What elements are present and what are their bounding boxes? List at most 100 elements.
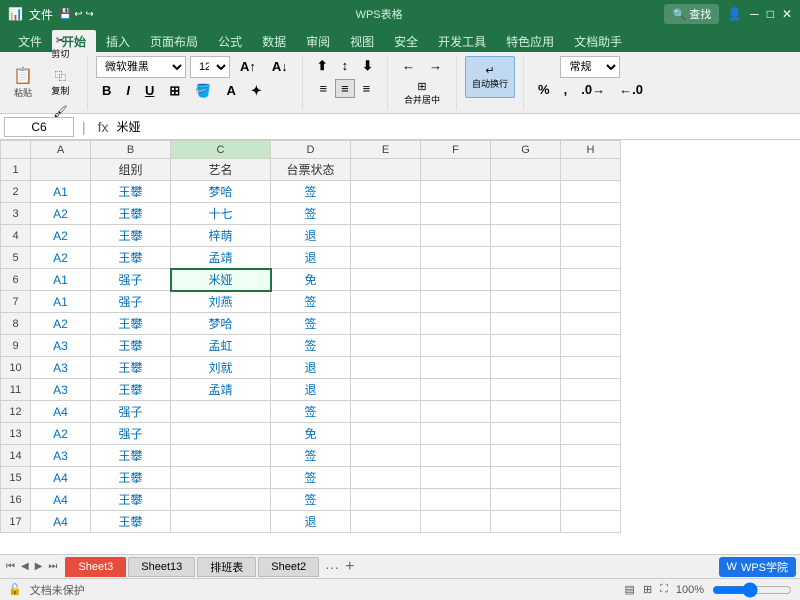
cell-D12[interactable]: 签: [271, 401, 351, 423]
underline-button[interactable]: U: [139, 81, 160, 100]
cell-D11[interactable]: 退: [271, 379, 351, 401]
cell-E11[interactable]: [351, 379, 421, 401]
row-header-10[interactable]: 10: [1, 357, 31, 379]
row-header-13[interactable]: 13: [1, 423, 31, 445]
bold-button[interactable]: B: [96, 81, 117, 100]
sheet-tabs-more[interactable]: ···: [325, 559, 339, 575]
col-header-g[interactable]: G: [491, 141, 561, 159]
col-header-f[interactable]: F: [421, 141, 491, 159]
cell-E2[interactable]: [351, 181, 421, 203]
paste-button[interactable]: 📋 粘贴: [8, 63, 38, 102]
add-sheet-button[interactable]: +: [341, 558, 358, 576]
tab-security[interactable]: 安全: [384, 30, 428, 52]
cell-E16[interactable]: [351, 489, 421, 511]
row-header-15[interactable]: 15: [1, 467, 31, 489]
cell-F12[interactable]: [421, 401, 491, 423]
cell-G8[interactable]: [491, 313, 561, 335]
sheet-nav-last[interactable]: ⏭: [46, 561, 59, 572]
row-header-4[interactable]: 4: [1, 225, 31, 247]
cell-A17[interactable]: A4: [31, 511, 91, 533]
cell-D14[interactable]: 签: [271, 445, 351, 467]
cell-A2[interactable]: A1: [31, 181, 91, 203]
row-header-9[interactable]: 9: [1, 335, 31, 357]
cell-H9[interactable]: [561, 335, 621, 357]
cell-F1[interactable]: [421, 159, 491, 181]
search-box[interactable]: 🔍 查找: [664, 4, 719, 24]
cell-D4[interactable]: 退: [271, 225, 351, 247]
cell-B16[interactable]: 王攀: [91, 489, 171, 511]
comma-button[interactable]: ,: [558, 80, 574, 99]
cell-E5[interactable]: [351, 247, 421, 269]
align-middle-button[interactable]: ↕: [336, 56, 355, 76]
cell-D10[interactable]: 退: [271, 357, 351, 379]
cell-C16[interactable]: [171, 489, 271, 511]
cell-F16[interactable]: [421, 489, 491, 511]
cell-C11[interactable]: 孟靖: [171, 379, 271, 401]
tab-data[interactable]: 数据: [252, 30, 296, 52]
cell-H1[interactable]: [561, 159, 621, 181]
cell-E12[interactable]: [351, 401, 421, 423]
cell-E8[interactable]: [351, 313, 421, 335]
tab-special[interactable]: 特色应用: [496, 30, 564, 52]
cell-A4[interactable]: A2: [31, 225, 91, 247]
cell-E6[interactable]: [351, 269, 421, 291]
cell-D8[interactable]: 签: [271, 313, 351, 335]
align-left-button[interactable]: ≡: [313, 79, 333, 98]
cell-H6[interactable]: [561, 269, 621, 291]
fill-color-button[interactable]: 🪣: [189, 81, 217, 101]
cell-A5[interactable]: A2: [31, 247, 91, 269]
align-center-button[interactable]: ≡: [335, 79, 355, 98]
font-size-selector[interactable]: 12: [190, 56, 230, 78]
cell-B2[interactable]: 王攀: [91, 181, 171, 203]
cell-A14[interactable]: A3: [31, 445, 91, 467]
number-format-selector[interactable]: 常规: [560, 56, 620, 78]
indent-increase-button[interactable]: →: [423, 56, 448, 75]
sheet-nav-prev[interactable]: ◀: [19, 561, 31, 572]
font-color-button[interactable]: A: [220, 81, 241, 100]
cell-D16[interactable]: 签: [271, 489, 351, 511]
cell-F4[interactable]: [421, 225, 491, 247]
cell-E17[interactable]: [351, 511, 421, 533]
col-header-e[interactable]: E: [351, 141, 421, 159]
cell-G15[interactable]: [491, 467, 561, 489]
cell-D15[interactable]: 签: [271, 467, 351, 489]
view-normal-icon[interactable]: ▤: [625, 583, 635, 596]
cell-C2[interactable]: 梦哈: [171, 181, 271, 203]
cell-C9[interactable]: 孟虹: [171, 335, 271, 357]
cell-E9[interactable]: [351, 335, 421, 357]
sheet-tab-paibanbian[interactable]: 排班表: [197, 557, 256, 577]
cell-B17[interactable]: 王攀: [91, 511, 171, 533]
cell-F5[interactable]: [421, 247, 491, 269]
copy-button[interactable]: ⿻ 复制: [42, 65, 79, 100]
cell-G14[interactable]: [491, 445, 561, 467]
row-header-12[interactable]: 12: [1, 401, 31, 423]
cell-H13[interactable]: [561, 423, 621, 445]
cell-A12[interactable]: A4: [31, 401, 91, 423]
tab-formula[interactable]: 公式: [208, 30, 252, 52]
border-button[interactable]: ⊞: [163, 81, 186, 101]
cell-G13[interactable]: [491, 423, 561, 445]
cell-C1[interactable]: 艺名: [171, 159, 271, 181]
cell-E4[interactable]: [351, 225, 421, 247]
cell-B11[interactable]: 王攀: [91, 379, 171, 401]
cell-D9[interactable]: 签: [271, 335, 351, 357]
row-header-16[interactable]: 16: [1, 489, 31, 511]
cell-H2[interactable]: [561, 181, 621, 203]
cell-B14[interactable]: 王攀: [91, 445, 171, 467]
align-top-button[interactable]: ⬆: [311, 56, 334, 76]
cell-C7[interactable]: 刘燕: [171, 291, 271, 313]
cell-D3[interactable]: 签: [271, 203, 351, 225]
cell-B3[interactable]: 王攀: [91, 203, 171, 225]
row-header-2[interactable]: 2: [1, 181, 31, 203]
formula-input[interactable]: [117, 120, 796, 134]
font-name-selector[interactable]: 微软雅黑: [96, 56, 186, 78]
cell-B7[interactable]: 强子: [91, 291, 171, 313]
col-header-b[interactable]: B: [91, 141, 171, 159]
sheet-tab-sheet3[interactable]: Sheet3: [65, 557, 126, 577]
cell-D1[interactable]: 台票状态: [271, 159, 351, 181]
cell-C15[interactable]: [171, 467, 271, 489]
cell-B4[interactable]: 王攀: [91, 225, 171, 247]
cell-H3[interactable]: [561, 203, 621, 225]
cell-B15[interactable]: 王攀: [91, 467, 171, 489]
cell-A9[interactable]: A3: [31, 335, 91, 357]
